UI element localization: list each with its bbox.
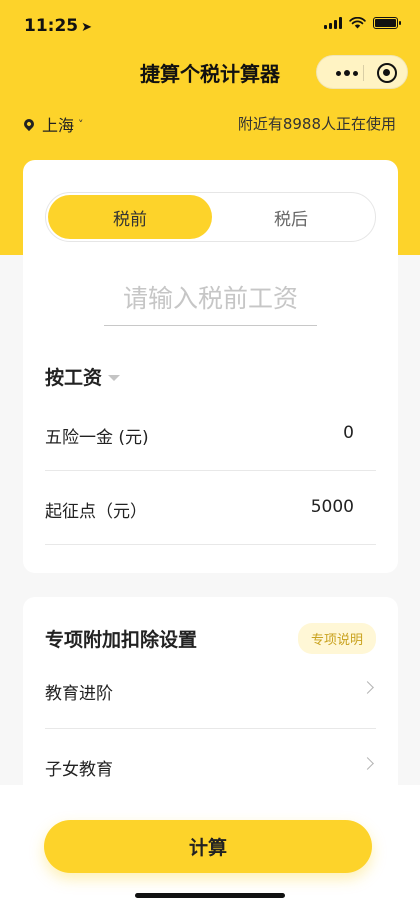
- insurance-label: 五险一金 (元): [45, 428, 149, 448]
- insurance-value[interactable]: 0: [343, 423, 354, 443]
- calc-mode-label: 按工资: [45, 367, 103, 389]
- chevron-right-icon: [361, 681, 374, 694]
- home-indicator: [135, 893, 285, 898]
- insurance-row[interactable]: 五险一金 (元) 0: [45, 397, 376, 471]
- bottom-action-bar: 计算: [0, 785, 420, 909]
- status-time-text: 11:25: [24, 16, 79, 36]
- users-online-text: 附近有8988人正在使用: [237, 115, 396, 133]
- tab-pre-tax[interactable]: 税前: [48, 195, 212, 239]
- list-item-label: 教育进阶: [45, 684, 113, 704]
- wifi-icon: [349, 17, 366, 29]
- chevron-right-icon: [361, 757, 374, 770]
- tab-after-tax[interactable]: 税后: [209, 195, 373, 239]
- chevron-down-icon: ˅: [78, 117, 84, 131]
- location-arrow-icon: ➤: [81, 20, 93, 35]
- list-item-education[interactable]: 教育进阶: [45, 653, 376, 729]
- status-bar: 11:25 ➤: [0, 0, 420, 50]
- mini-program-capsule: [316, 55, 408, 89]
- city-selector[interactable]: 上海 ˅: [21, 112, 84, 136]
- close-mini-program-icon[interactable]: [377, 63, 397, 83]
- threshold-value[interactable]: 5000: [311, 497, 354, 517]
- salary-input[interactable]: [104, 272, 317, 326]
- deductions-explain-button[interactable]: 专项说明: [297, 623, 376, 654]
- tax-mode-tabs: 税前 税后: [45, 192, 376, 242]
- capsule-divider: [363, 65, 364, 81]
- more-icon[interactable]: [331, 56, 363, 90]
- list-item-label: 子女教育: [45, 760, 113, 780]
- calculator-card: 税前 税后 按工资 五险一金 (元) 0 起征点（元） 5000: [23, 160, 398, 573]
- caret-down-icon: [108, 375, 121, 381]
- calc-mode-dropdown[interactable]: 按工资: [45, 363, 121, 390]
- city-label: 上海: [42, 116, 75, 135]
- battery-icon: [373, 17, 401, 29]
- deductions-title: 专项附加扣除设置: [45, 629, 198, 651]
- threshold-row[interactable]: 起征点（元） 5000: [45, 471, 376, 545]
- cellular-signal-icon: [324, 17, 342, 29]
- status-time: 11:25 ➤: [24, 16, 92, 36]
- location-pin-icon: [21, 116, 37, 132]
- status-icons: [324, 17, 401, 29]
- threshold-label: 起征点（元）: [45, 502, 147, 522]
- calculate-button[interactable]: 计算: [44, 820, 372, 873]
